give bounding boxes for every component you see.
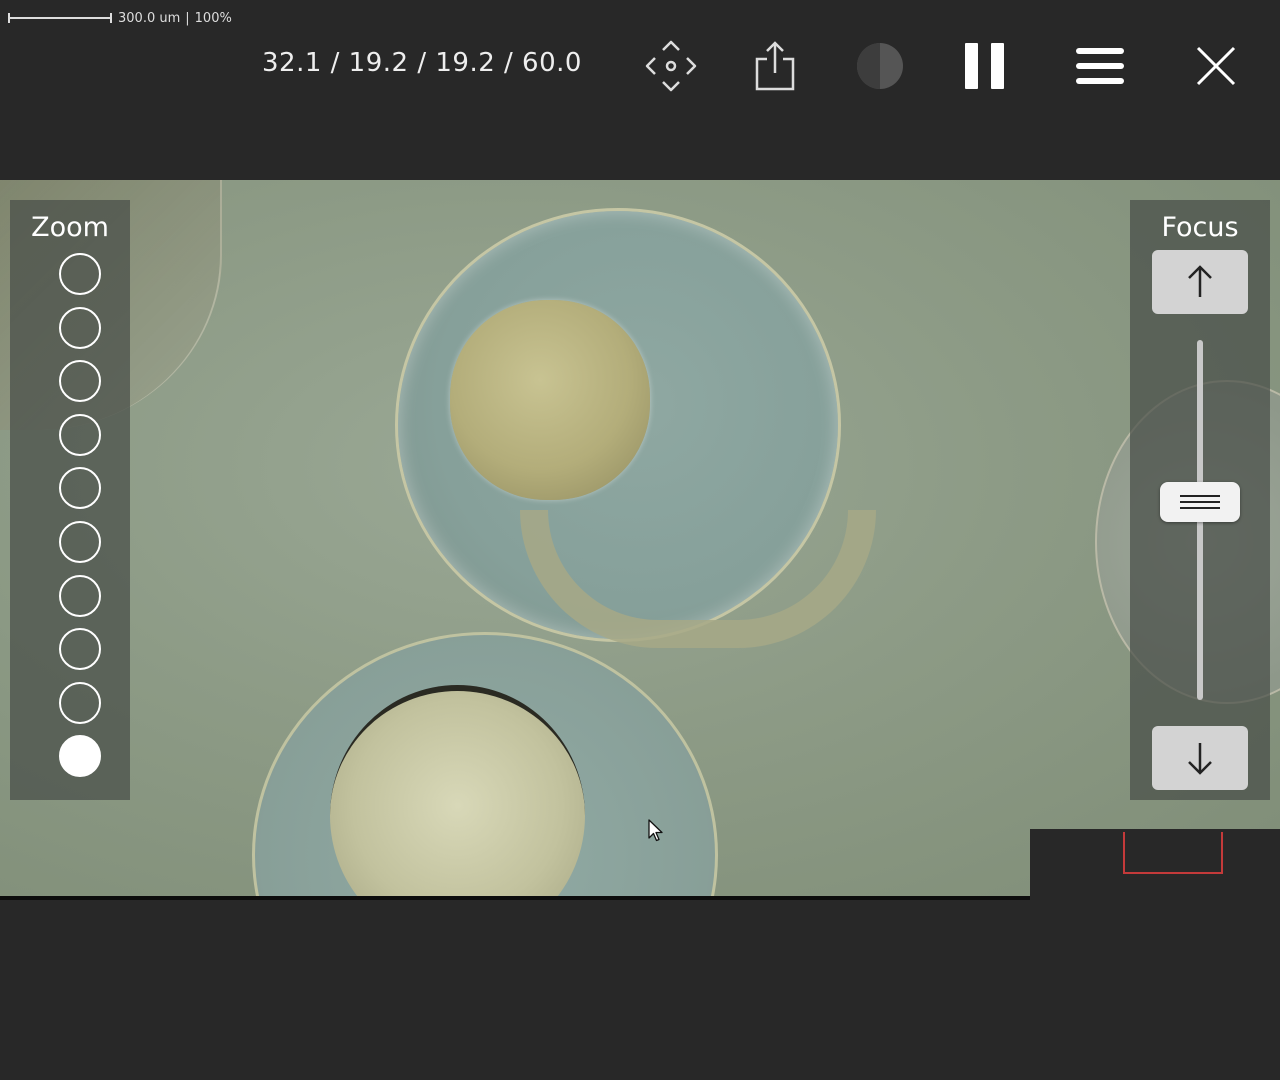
pause-button[interactable]: [955, 36, 1015, 96]
scale-length: 300.0 um: [118, 10, 181, 26]
zoom-level-1[interactable]: [59, 253, 101, 295]
contrast-button[interactable]: [850, 36, 910, 96]
menu-button[interactable]: [1070, 36, 1130, 96]
zoom-level-3[interactable]: [59, 360, 101, 403]
arrow-up-icon: [1188, 265, 1212, 297]
contrast-icon: [857, 43, 903, 89]
minimap[interactable]: [1030, 829, 1280, 1080]
close-button[interactable]: [1186, 36, 1246, 96]
pause-icon: [965, 43, 1004, 89]
zoom-level-2[interactable]: [59, 306, 101, 349]
zoom-level-7[interactable]: [59, 574, 101, 617]
focus-panel: Focus: [1130, 200, 1270, 800]
scale-bar: 300.0 um | 100%: [8, 10, 232, 26]
focus-title: Focus: [1161, 212, 1239, 243]
zoom-title: Zoom: [31, 212, 109, 243]
mouse-cursor-icon: [648, 819, 663, 842]
menu-icon: [1076, 48, 1124, 84]
minimap-viewport[interactable]: [1123, 832, 1223, 874]
zoom-level-6[interactable]: [59, 521, 101, 563]
focus-slider-handle[interactable]: [1160, 482, 1240, 522]
move-button[interactable]: [641, 36, 701, 96]
grip-lines-icon: [1180, 495, 1220, 509]
camera-stats: 32.1 / 19.2 / 19.2 / 60.0: [262, 48, 582, 78]
zoom-level-5[interactable]: [59, 467, 101, 510]
zoom-level-9[interactable]: [59, 681, 101, 724]
scale-line: [8, 13, 112, 23]
share-icon: [755, 41, 795, 91]
zoom-level-10[interactable]: [59, 735, 101, 778]
arrow-down-icon: [1188, 743, 1212, 775]
microscope-view[interactable]: [0, 180, 1280, 896]
zoom-level-8[interactable]: [59, 628, 101, 671]
scale-separator: |: [185, 10, 190, 26]
share-button[interactable]: [745, 36, 805, 96]
focus-down-button[interactable]: [1152, 726, 1248, 790]
embryo-yolk: [450, 300, 650, 500]
scale-zoom: 100%: [194, 10, 232, 26]
top-toolbar: 300.0 um | 100% 32.1 / 19.2 / 19.2 / 60.…: [0, 0, 1280, 180]
close-icon: [1196, 46, 1236, 86]
zoom-level-4[interactable]: [59, 413, 101, 456]
move-icon: [645, 40, 697, 92]
focus-up-button[interactable]: [1152, 250, 1248, 314]
zoom-panel: Zoom: [10, 200, 130, 800]
